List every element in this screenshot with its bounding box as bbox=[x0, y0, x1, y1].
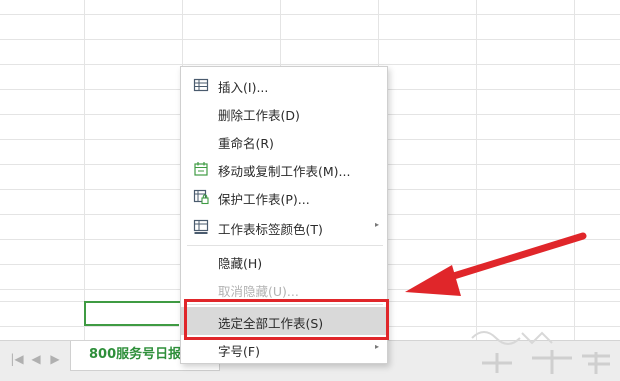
menu-item-label: 插入(I)... bbox=[218, 80, 269, 95]
menu-item-label: 移动或复制工作表(M)... bbox=[218, 164, 351, 179]
prev-sheet-button[interactable]: ◀ bbox=[27, 350, 45, 368]
menu-item-rename[interactable]: 重命名(R) bbox=[181, 127, 387, 155]
grid-col-line bbox=[574, 0, 575, 340]
menu-item-label: 保护工作表(P)... bbox=[218, 192, 310, 207]
protect-sheet-icon bbox=[193, 189, 209, 205]
menu-item-label: 字号(F) bbox=[218, 344, 260, 359]
grid-row-line bbox=[0, 14, 620, 15]
insert-sheet-icon bbox=[193, 78, 209, 92]
menu-item-protect-sheet[interactable]: 保护工作表(P)... bbox=[181, 183, 387, 211]
next-sheet-button[interactable]: ▶ bbox=[46, 350, 64, 368]
menu-item-label: 工作表标签颜色(T) bbox=[218, 222, 323, 237]
first-sheet-button[interactable]: |◀ bbox=[8, 350, 26, 368]
menu-item-delete-sheet[interactable]: 删除工作表(D) bbox=[181, 99, 387, 127]
grid-row-line bbox=[0, 64, 620, 65]
menu-item-move-copy[interactable]: 移动或复制工作表(M)... bbox=[181, 155, 387, 183]
menu-separator bbox=[187, 245, 383, 246]
menu-item-label: 取消隐藏(U)... bbox=[218, 284, 299, 299]
grid-col-line bbox=[476, 0, 477, 340]
submenu-arrow-icon: ▸ bbox=[374, 220, 379, 229]
menu-item-insert[interactable]: 插入(I)... bbox=[181, 71, 387, 99]
menu-item-hide[interactable]: 隐藏(H) bbox=[181, 247, 387, 275]
menu-item-tab-color[interactable]: 工作表标签颜色(T) ▸ bbox=[181, 213, 387, 241]
active-cell[interactable] bbox=[84, 301, 184, 328]
grid-col-line bbox=[84, 0, 85, 340]
move-copy-icon bbox=[194, 162, 208, 176]
watermark-logo bbox=[471, 331, 610, 374]
menu-item-label: 删除工作表(D) bbox=[218, 108, 300, 123]
tab-color-icon bbox=[193, 219, 209, 234]
submenu-arrow-icon: ▸ bbox=[374, 342, 379, 351]
grid-row-line bbox=[0, 39, 620, 40]
menu-item-label: 隐藏(H) bbox=[218, 256, 263, 271]
highlight-box bbox=[184, 299, 389, 340]
menu-item-label: 重命名(R) bbox=[218, 136, 274, 151]
